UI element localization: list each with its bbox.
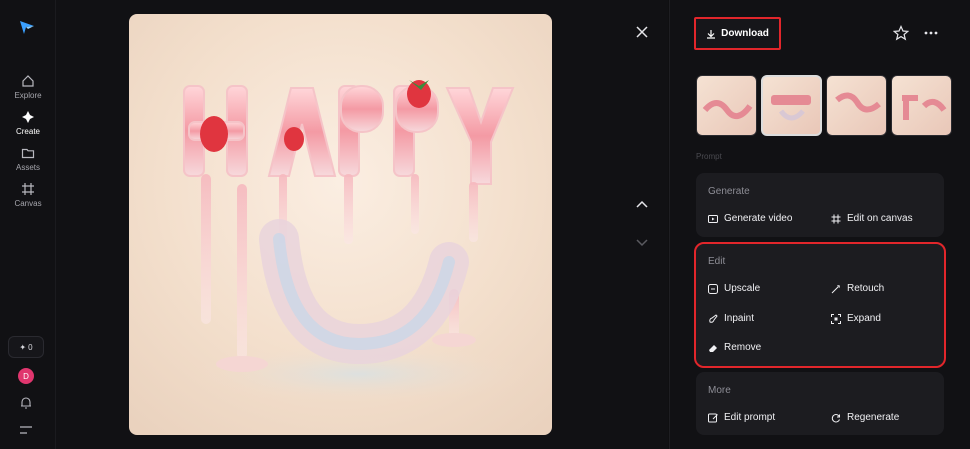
credits-badge[interactable]: ✦ 0 — [8, 336, 44, 358]
thumbnail-selected[interactable] — [761, 75, 822, 136]
edit-prompt-icon — [708, 413, 718, 422]
sparkle-icon — [22, 111, 34, 123]
credits-count: 0 — [28, 342, 33, 352]
nav-item-canvas[interactable]: Canvas — [0, 182, 56, 208]
retouch-label: Retouch — [847, 283, 885, 294]
generate-video-button[interactable]: Generate video — [708, 213, 792, 224]
home-icon — [22, 75, 34, 87]
nav-label-explore: Explore — [14, 91, 42, 100]
close-icon[interactable] — [634, 24, 650, 40]
download-label: Download — [721, 28, 769, 39]
download-button[interactable]: Download — [694, 17, 781, 50]
nav-label-assets: Assets — [15, 163, 40, 172]
nav-item-create[interactable]: Create — [0, 110, 56, 136]
edit-card: Edit Upscale Retouch Inpaint Expand Remo… — [694, 242, 946, 368]
generate-title: Generate — [708, 186, 750, 197]
canvas-icon — [22, 183, 34, 195]
video-icon — [708, 214, 718, 223]
nav-label-create: Create — [15, 127, 40, 136]
generate-video-label: Generate video — [724, 213, 793, 224]
menu-icon[interactable] — [19, 424, 33, 436]
variation-thumbnails — [696, 75, 952, 136]
upscale-icon — [708, 283, 718, 294]
folder-icon — [21, 148, 35, 159]
expand-icon — [831, 313, 841, 324]
regenerate-button[interactable]: Regenerate — [831, 412, 899, 423]
expand-button[interactable]: Expand — [831, 313, 881, 324]
app-logo-icon[interactable] — [18, 18, 36, 36]
inpaint-label: Inpaint — [724, 313, 755, 324]
prompt-hint: Prompt — [696, 152, 722, 161]
retouch-button[interactable]: Retouch — [831, 283, 884, 294]
thumbnail-image — [702, 100, 753, 119]
image-stage — [56, 0, 668, 449]
edit-title: Edit — [708, 256, 726, 267]
nav-label-canvas: Canvas — [14, 199, 42, 208]
inpaint-button[interactable]: Inpaint — [708, 313, 754, 324]
upscale-button[interactable]: Upscale — [708, 283, 760, 294]
regenerate-label: Regenerate — [847, 412, 900, 423]
chevron-up-icon[interactable] — [634, 196, 650, 212]
remove-label: Remove — [724, 342, 762, 353]
brush-icon — [709, 313, 718, 323]
chevron-down-icon[interactable] — [634, 234, 650, 250]
nav-item-explore[interactable]: Explore — [0, 74, 56, 100]
avatar-letter: D — [23, 371, 29, 381]
upscale-label: Upscale — [724, 283, 761, 294]
avatar[interactable]: D — [18, 368, 34, 384]
thumbnail-image — [835, 92, 881, 113]
star-icon[interactable] — [893, 25, 909, 41]
details-panel: Download Prompt Generate Generate video … — [669, 0, 970, 449]
edit-prompt-button[interactable]: Edit prompt — [708, 412, 775, 423]
thumbnail-image — [902, 95, 947, 120]
canvas-grid-icon — [831, 214, 841, 223]
download-icon — [707, 29, 716, 39]
expand-label: Expand — [847, 313, 881, 324]
more-title: More — [708, 385, 731, 396]
more-card: More Edit prompt Regenerate — [696, 372, 944, 435]
magic-wand-icon — [831, 284, 840, 293]
edit-prompt-label: Edit prompt — [724, 412, 776, 423]
nav-item-assets[interactable]: Assets — [0, 146, 56, 172]
edit-on-canvas-label: Edit on canvas — [847, 213, 913, 224]
thumbnail[interactable] — [891, 75, 952, 136]
eraser-icon — [709, 344, 717, 352]
thumbnail-image — [771, 95, 811, 121]
remove-button[interactable]: Remove — [708, 342, 761, 353]
strawberry-ice-letters-image — [183, 80, 529, 404]
left-nav: Explore Create Assets Canvas ✦ 0 D — [0, 0, 56, 449]
sparkle-small-icon: ✦ — [19, 342, 27, 352]
more-options-icon[interactable] — [923, 25, 939, 41]
bell-icon[interactable] — [19, 396, 33, 410]
refresh-icon — [831, 413, 840, 422]
thumbnail[interactable] — [826, 75, 887, 136]
thumbnail[interactable] — [696, 75, 757, 136]
generated-image[interactable] — [129, 14, 552, 435]
edit-on-canvas-button[interactable]: Edit on canvas — [831, 213, 913, 224]
generate-card: Generate Generate video Edit on canvas — [696, 173, 944, 237]
